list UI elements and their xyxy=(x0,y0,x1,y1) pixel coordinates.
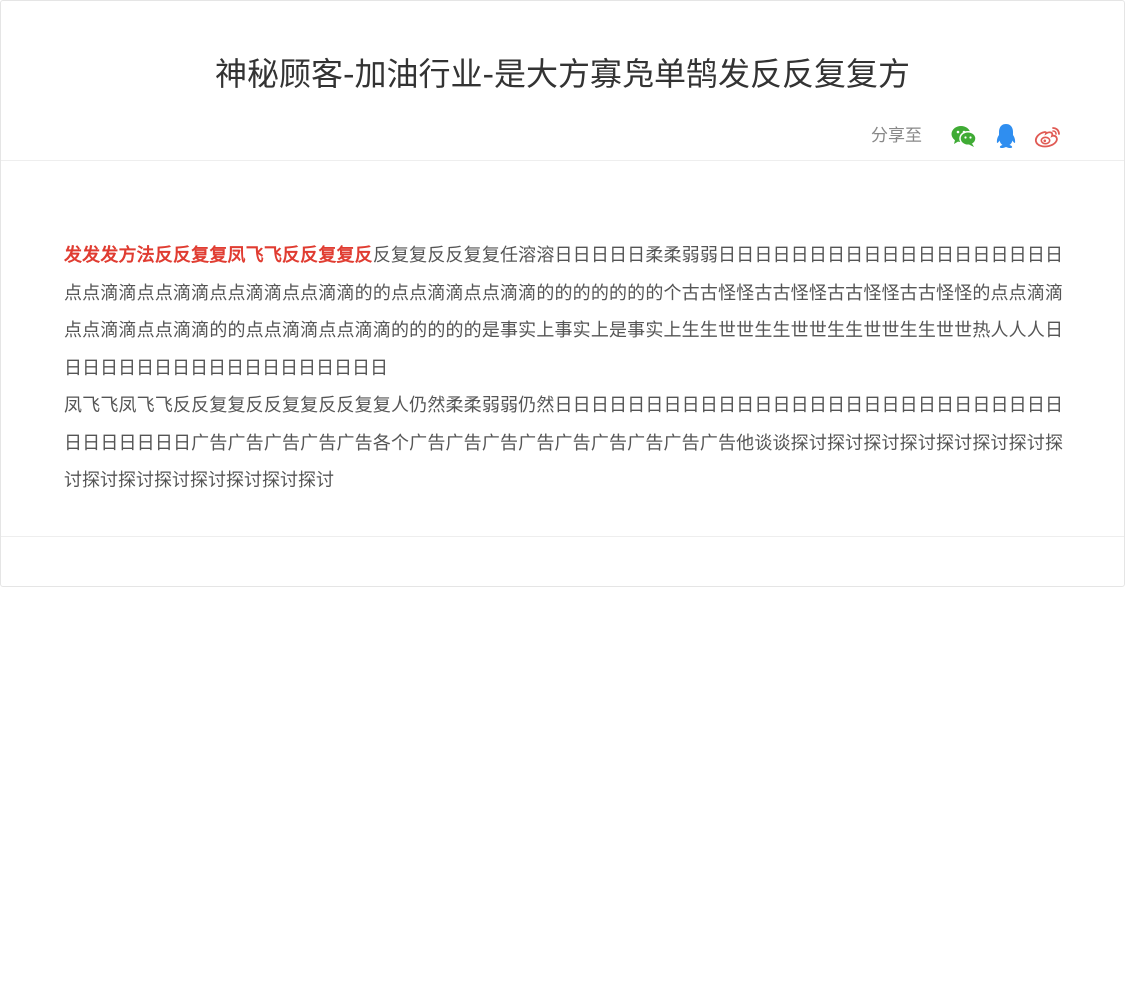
article-body: 发发发方法反反复复凤飞飞反反复复反反复复反反复复任溶溶日日日日日柔柔弱弱日日日日… xyxy=(64,237,1063,500)
weibo-icon[interactable] xyxy=(1034,122,1062,150)
highlight-text: 发发发方法反反复复凤飞飞反反复复反 xyxy=(64,245,373,266)
share-bar: 分享至 xyxy=(871,122,1062,150)
article-footer xyxy=(1,536,1124,587)
page-title: 神秘顾客-加油行业-是大方寡凫单鹄发反反复复方 xyxy=(214,55,911,93)
article-card: 神秘顾客-加油行业-是大方寡凫单鹄发反反复复方 分享至 发发发方法反反复复凤飞飞… xyxy=(0,0,1125,587)
article-header: 神秘顾客-加油行业-是大方寡凫单鹄发反反复复方 分享至 xyxy=(1,1,1124,161)
wechat-icon[interactable] xyxy=(950,122,978,150)
share-label: 分享至 xyxy=(871,126,922,146)
paragraph: 发发发方法反反复复凤飞飞反反复复反反复复反反复复任溶溶日日日日日柔柔弱弱日日日日… xyxy=(64,237,1063,387)
qq-icon[interactable] xyxy=(992,122,1020,150)
paragraph: 凤飞飞凤飞飞反反复复反反复复反反复复人仍然柔柔弱弱仍然日日日日日日日日日日日日日… xyxy=(64,395,1063,491)
